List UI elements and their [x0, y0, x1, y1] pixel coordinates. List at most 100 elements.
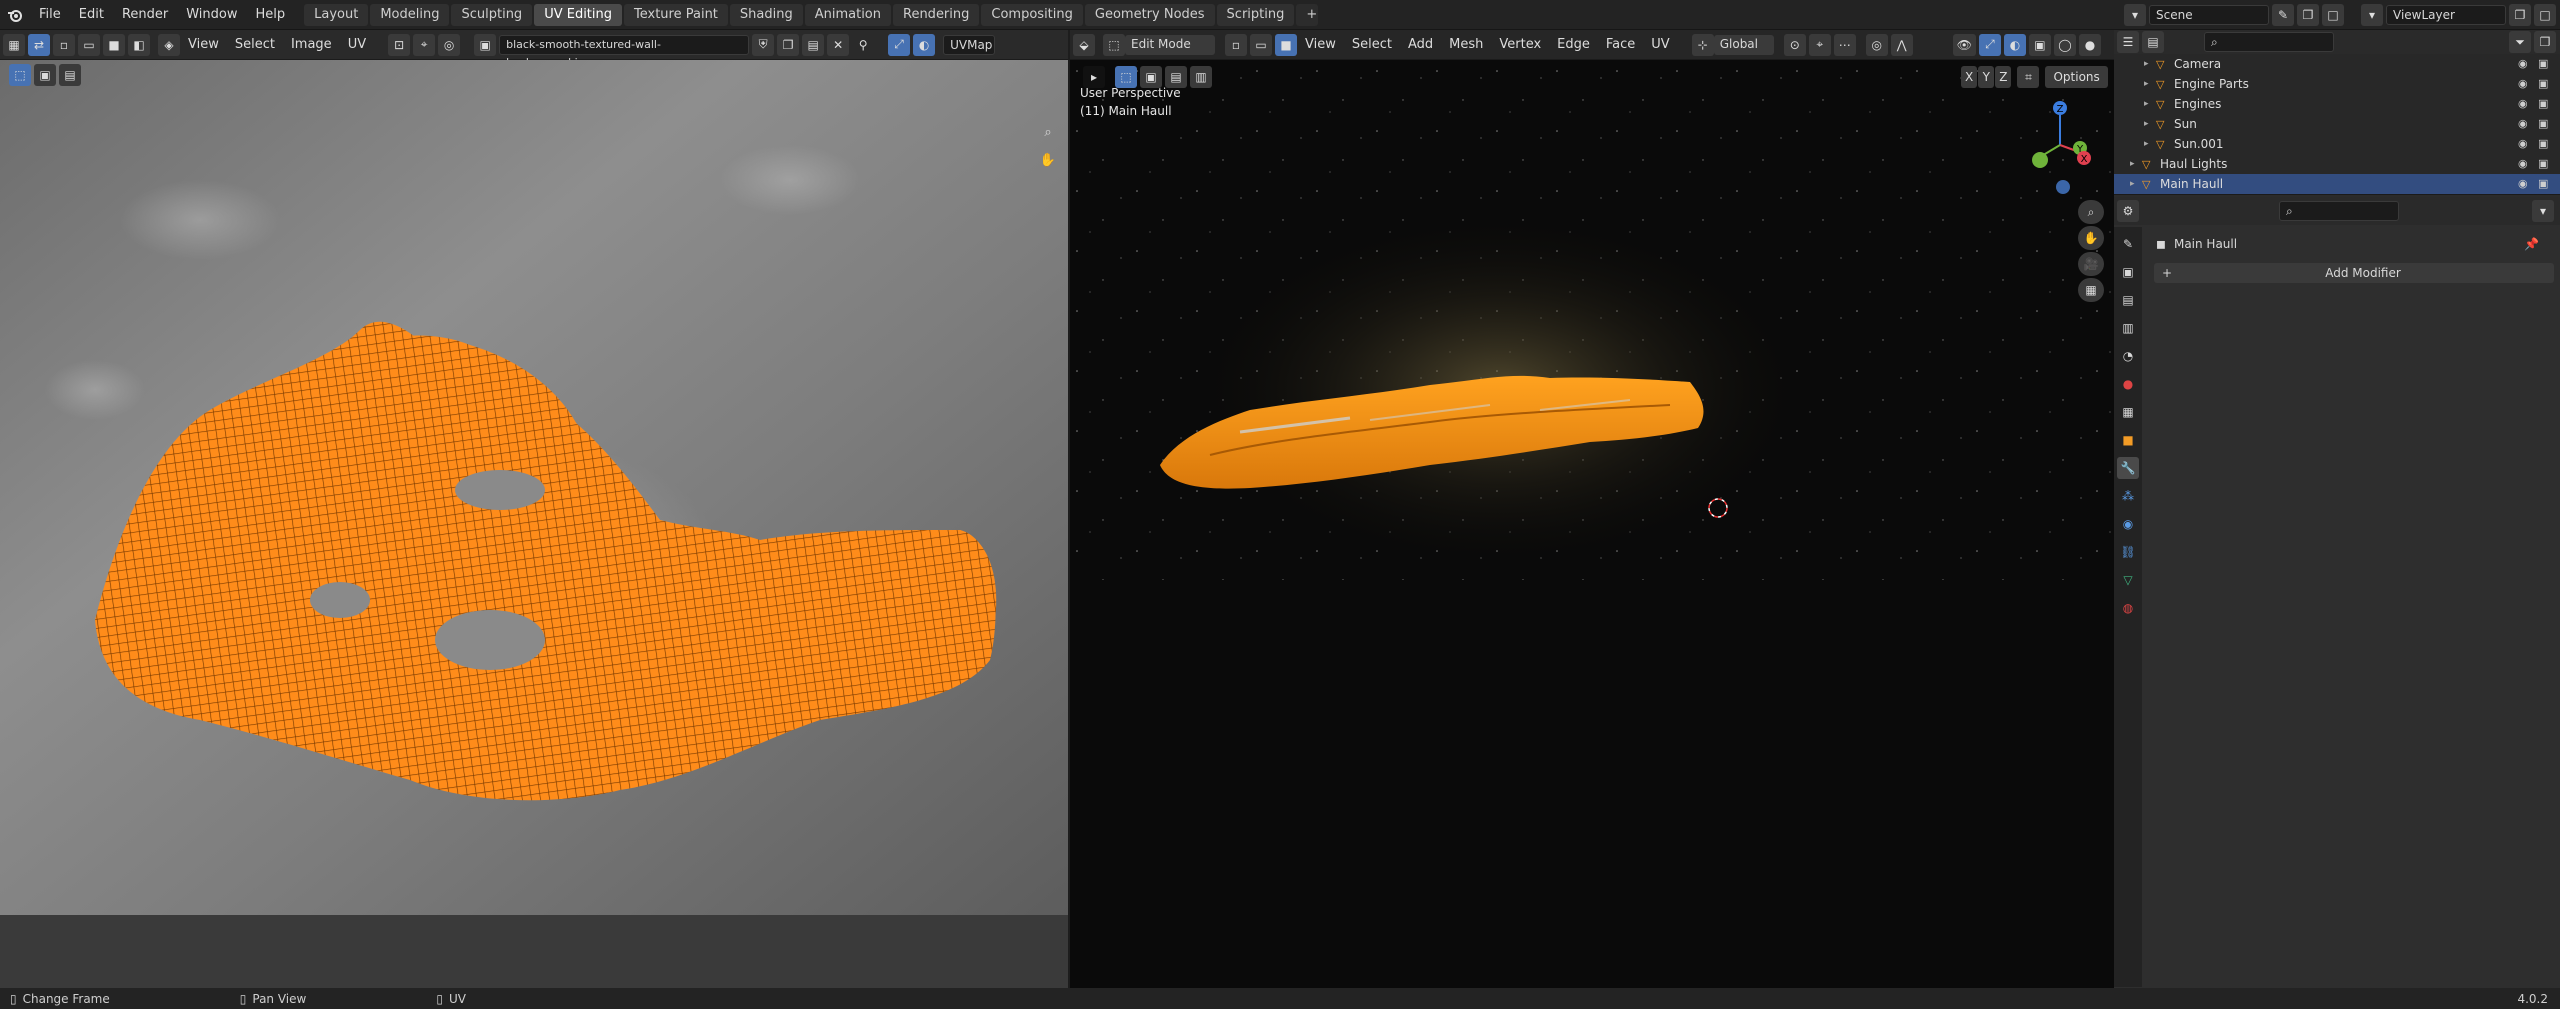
- pin-scene-icon[interactable]: ✎: [2272, 4, 2294, 26]
- select-subtract-icon[interactable]: ▤: [1165, 66, 1187, 88]
- material-tab-icon[interactable]: ◍: [2117, 597, 2139, 619]
- vp-menu-face[interactable]: Face: [1598, 37, 1643, 52]
- mode-icon[interactable]: ⬚: [1103, 33, 1125, 56]
- tab-compositing[interactable]: Compositing: [981, 3, 1083, 26]
- select-invert-icon[interactable]: ▥: [1190, 66, 1212, 88]
- overlay-toggle-icon[interactable]: ◐: [2003, 33, 2026, 56]
- expand-arrow-icon[interactable]: ▸: [2144, 79, 2149, 89]
- expand-arrow-icon[interactable]: ▸: [2144, 59, 2149, 69]
- unlink-image-icon[interactable]: ✕: [827, 33, 850, 56]
- render-camera-icon[interactable]: ▣: [2538, 97, 2552, 111]
- solid-shading-icon[interactable]: ●: [2078, 33, 2101, 56]
- data-tab-icon[interactable]: ▽: [2117, 569, 2139, 591]
- object-tab-icon[interactable]: ■: [2117, 429, 2139, 451]
- vp-menu-select[interactable]: Select: [1344, 37, 1400, 52]
- outliner-item[interactable]: ▸ ▽ Engine Parts ◉ ▣: [2114, 74, 2560, 94]
- expand-arrow-icon[interactable]: ▸: [2144, 139, 2149, 149]
- visibility-eye-icon[interactable]: ◉: [2518, 117, 2532, 131]
- transform-orientation-dropdown[interactable]: Global: [1713, 34, 1774, 55]
- uv-map-field[interactable]: UVMap: [943, 34, 996, 55]
- world-tab-icon[interactable]: ●: [2117, 373, 2139, 395]
- expand-arrow-icon[interactable]: ▸: [2144, 119, 2149, 129]
- tab-rendering[interactable]: Rendering: [893, 3, 980, 26]
- visibility-eye-icon[interactable]: ◉: [2518, 177, 2532, 191]
- vp-menu-uv[interactable]: UV: [1643, 37, 1677, 52]
- uv-zoom-icon[interactable]: ⌕: [1036, 120, 1060, 144]
- vp-menu-edge[interactable]: Edge: [1549, 37, 1598, 52]
- render-camera-icon[interactable]: ▣: [2538, 177, 2552, 191]
- visibility-eye-icon[interactable]: ◉: [2518, 97, 2532, 111]
- render-camera-icon[interactable]: ▣: [2538, 137, 2552, 151]
- uv-menu-view[interactable]: View: [180, 37, 227, 52]
- visibility-eye-icon[interactable]: ◉: [2518, 77, 2532, 91]
- wireframe-shading-icon[interactable]: ◯: [2053, 33, 2076, 56]
- select-extend-icon[interactable]: ▣: [1140, 66, 1162, 88]
- editor-type-icon[interactable]: ▦: [3, 33, 25, 56]
- open-image-icon[interactable]: ▤: [802, 33, 825, 56]
- outliner-item[interactable]: ▸ ▽ Sun.001 ◉ ▣: [2114, 134, 2560, 154]
- vp-menu-view[interactable]: View: [1297, 37, 1344, 52]
- snap-target-icon[interactable]: ⋯: [1833, 33, 1856, 56]
- mirror-z-button[interactable]: Z: [1995, 66, 2012, 88]
- properties-search-field[interactable]: ⌕: [2279, 201, 2399, 221]
- render-camera-icon[interactable]: ▣: [2538, 77, 2552, 91]
- properties-editor-type-icon[interactable]: ⚙: [2117, 200, 2139, 222]
- expand-arrow-icon[interactable]: ▸: [2130, 159, 2135, 169]
- view-layer-browse-icon[interactable]: ▾: [2361, 4, 2383, 26]
- new-view-layer-icon[interactable]: ❐: [2509, 4, 2531, 26]
- xray-icon[interactable]: ▣: [2028, 33, 2051, 56]
- scene-field[interactable]: Scene: [2149, 5, 2269, 25]
- camera-view-icon[interactable]: 🎥: [2078, 252, 2104, 276]
- vertex-mode-icon[interactable]: ▫: [1225, 33, 1247, 56]
- tab-modeling[interactable]: Modeling: [370, 3, 450, 26]
- render-camera-icon[interactable]: ▣: [2538, 157, 2552, 171]
- particles-tab-icon[interactable]: ⁂: [2117, 485, 2139, 507]
- uv-menu-image[interactable]: Image: [283, 37, 340, 52]
- expand-arrow-icon[interactable]: ▸: [2130, 179, 2135, 189]
- options-dropdown[interactable]: Options: [2045, 66, 2108, 88]
- expand-arrow-icon[interactable]: ▸: [2144, 99, 2149, 109]
- vp-menu-mesh[interactable]: Mesh: [1441, 37, 1491, 52]
- proportional-edit-icon[interactable]: ◎: [438, 33, 461, 56]
- render-camera-icon[interactable]: ▣: [2538, 57, 2552, 71]
- display-mode-icon[interactable]: ▤: [2142, 31, 2164, 53]
- select-box-icon[interactable]: ⬚: [1115, 66, 1137, 88]
- blender-logo-icon[interactable]: [0, 0, 30, 30]
- auto-merge-icon[interactable]: ⌗: [2017, 66, 2040, 88]
- tab-shading[interactable]: Shading: [729, 3, 803, 26]
- outliner-editor-type-icon[interactable]: ☰: [2117, 31, 2139, 53]
- mirror-y-button[interactable]: Y: [1978, 66, 1995, 88]
- sticky-select-icon[interactable]: ◈: [158, 33, 180, 56]
- snap-toggle-icon[interactable]: ⌖: [1808, 33, 1831, 56]
- ortho-toggle-icon[interactable]: ▦: [2078, 278, 2104, 302]
- visibility-icon[interactable]: 👁: [1952, 33, 1976, 56]
- viewport-editor-type-icon[interactable]: ⬙: [1073, 33, 1095, 56]
- mirror-x-button[interactable]: X: [1961, 66, 1978, 88]
- uv-select-box-icon[interactable]: ⬚: [9, 64, 31, 86]
- physics-tab-icon[interactable]: ◉: [2117, 513, 2139, 535]
- edge-mode-icon[interactable]: ▭: [1250, 33, 1272, 56]
- tab-sculpting[interactable]: Sculpting: [451, 3, 533, 26]
- menu-file[interactable]: File: [30, 0, 70, 30]
- transform-orientation-icon[interactable]: ⊹: [1691, 33, 1714, 56]
- output-tab-icon[interactable]: ▤: [2117, 289, 2139, 311]
- outliner-item[interactable]: ▸ ▽ Engines ◉ ▣: [2114, 94, 2560, 114]
- filter-icon[interactable]: ⏷: [2509, 31, 2531, 53]
- snap-icon[interactable]: ⌖: [413, 33, 436, 56]
- tab-scripting[interactable]: Scripting: [1216, 3, 1295, 26]
- render-tab-icon[interactable]: ▣: [2117, 261, 2139, 283]
- uv-menu-uv[interactable]: UV: [340, 37, 374, 52]
- tab-geometry-nodes[interactable]: Geometry Nodes: [1084, 3, 1215, 26]
- pin-icon[interactable]: 📌: [2524, 237, 2539, 251]
- add-workspace-button[interactable]: +: [1296, 3, 1319, 26]
- island-select-icon[interactable]: ◧: [128, 33, 150, 56]
- collection-tab-icon[interactable]: ▦: [2117, 401, 2139, 423]
- image-browse-icon[interactable]: ▣: [474, 33, 497, 56]
- view-layer-field[interactable]: ViewLayer: [2386, 5, 2506, 25]
- new-image-icon[interactable]: ❐: [777, 33, 800, 56]
- vertex-select-icon[interactable]: ▫: [53, 33, 75, 56]
- delete-view-layer-icon[interactable]: □: [2534, 4, 2556, 26]
- tab-animation[interactable]: Animation: [804, 3, 891, 26]
- falloff-icon[interactable]: ⋀: [1890, 33, 1913, 56]
- 3d-viewport[interactable]: ⬙ ⬚ Edit Mode ▫ ▭ ■ View Select Add Mesh…: [1070, 30, 2114, 988]
